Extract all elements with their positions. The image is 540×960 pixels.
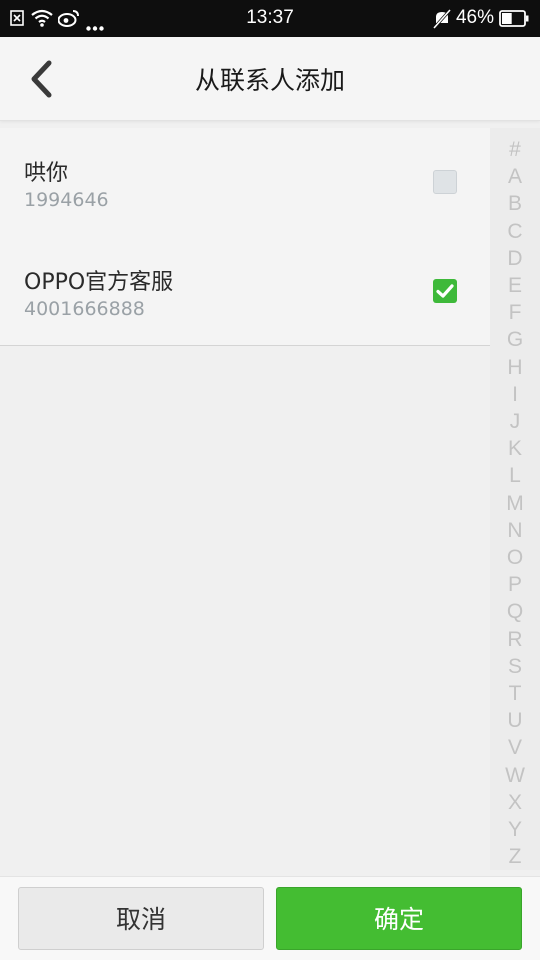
contact-checkbox[interactable] [433, 279, 457, 303]
app-bar: 从联系人添加 [0, 37, 540, 121]
alpha-index-letter[interactable]: K [490, 435, 540, 462]
alpha-index-letter[interactable]: T [490, 680, 540, 707]
alpha-index-letter[interactable]: R [490, 626, 540, 653]
alpha-index-letter[interactable]: Y [490, 816, 540, 843]
alpha-index-letter[interactable]: E [490, 272, 540, 299]
alpha-index-letter[interactable]: X [490, 789, 540, 816]
alphabet-index[interactable]: # A B C D E F G H I J K L M N O P Q R S T U V W X Y Z [490, 128, 540, 870]
alpha-index-letter[interactable]: Z [490, 843, 540, 870]
alpha-index-letter[interactable]: O [490, 544, 540, 571]
checkmark-icon [433, 284, 457, 307]
contact-phone: 4001666888 [24, 298, 145, 320]
contact-name: 哄你 [24, 161, 69, 186]
contact-checkbox[interactable] [433, 170, 457, 194]
alpha-index-letter[interactable]: F [490, 299, 540, 326]
alpha-index-letter[interactable]: C [490, 218, 540, 245]
mute-icon [432, 9, 452, 33]
battery-percent: 46% [455, 7, 494, 28]
cancel-button[interactable]: 取消 [18, 887, 264, 950]
contact-row[interactable]: 哄你 1994646 [0, 128, 490, 237]
alpha-index-letter[interactable]: B [490, 190, 540, 217]
bottom-action-bar: 取消 确定 [0, 876, 540, 960]
contact-row[interactable]: OPPO官方客服 4001666888 [0, 237, 490, 346]
alpha-index-letter[interactable]: N [490, 517, 540, 544]
alpha-index-letter[interactable]: A [490, 163, 540, 190]
battery-icon [499, 10, 529, 31]
alpha-index-letter[interactable]: L [490, 462, 540, 489]
confirm-button[interactable]: 确定 [276, 887, 522, 950]
alpha-index-letter[interactable]: P [490, 571, 540, 598]
alpha-index-letter[interactable]: # [490, 136, 540, 163]
alpha-index-letter[interactable]: I [490, 381, 540, 408]
alpha-index-letter[interactable]: W [490, 762, 540, 789]
alpha-index-letter[interactable]: S [490, 653, 540, 680]
alpha-index-letter[interactable]: D [490, 245, 540, 272]
alpha-index-letter[interactable]: U [490, 707, 540, 734]
contact-phone: 1994646 [24, 189, 109, 211]
status-bar: 13:37 46% [0, 0, 540, 37]
alpha-index-letter[interactable]: H [490, 354, 540, 381]
alpha-index-letter[interactable]: M [490, 490, 540, 517]
page-title: 从联系人添加 [194, 66, 345, 95]
list-divider [0, 345, 540, 346]
contact-list: 哄你 1994646 OPPO官方客服 4001666888 [0, 128, 490, 346]
alpha-index-letter[interactable]: J [490, 408, 540, 435]
alpha-index-letter[interactable]: Q [490, 598, 540, 625]
alpha-index-letter[interactable]: G [490, 326, 540, 353]
alpha-index-letter[interactable]: V [490, 734, 540, 761]
contact-name: OPPO官方客服 [24, 270, 174, 295]
